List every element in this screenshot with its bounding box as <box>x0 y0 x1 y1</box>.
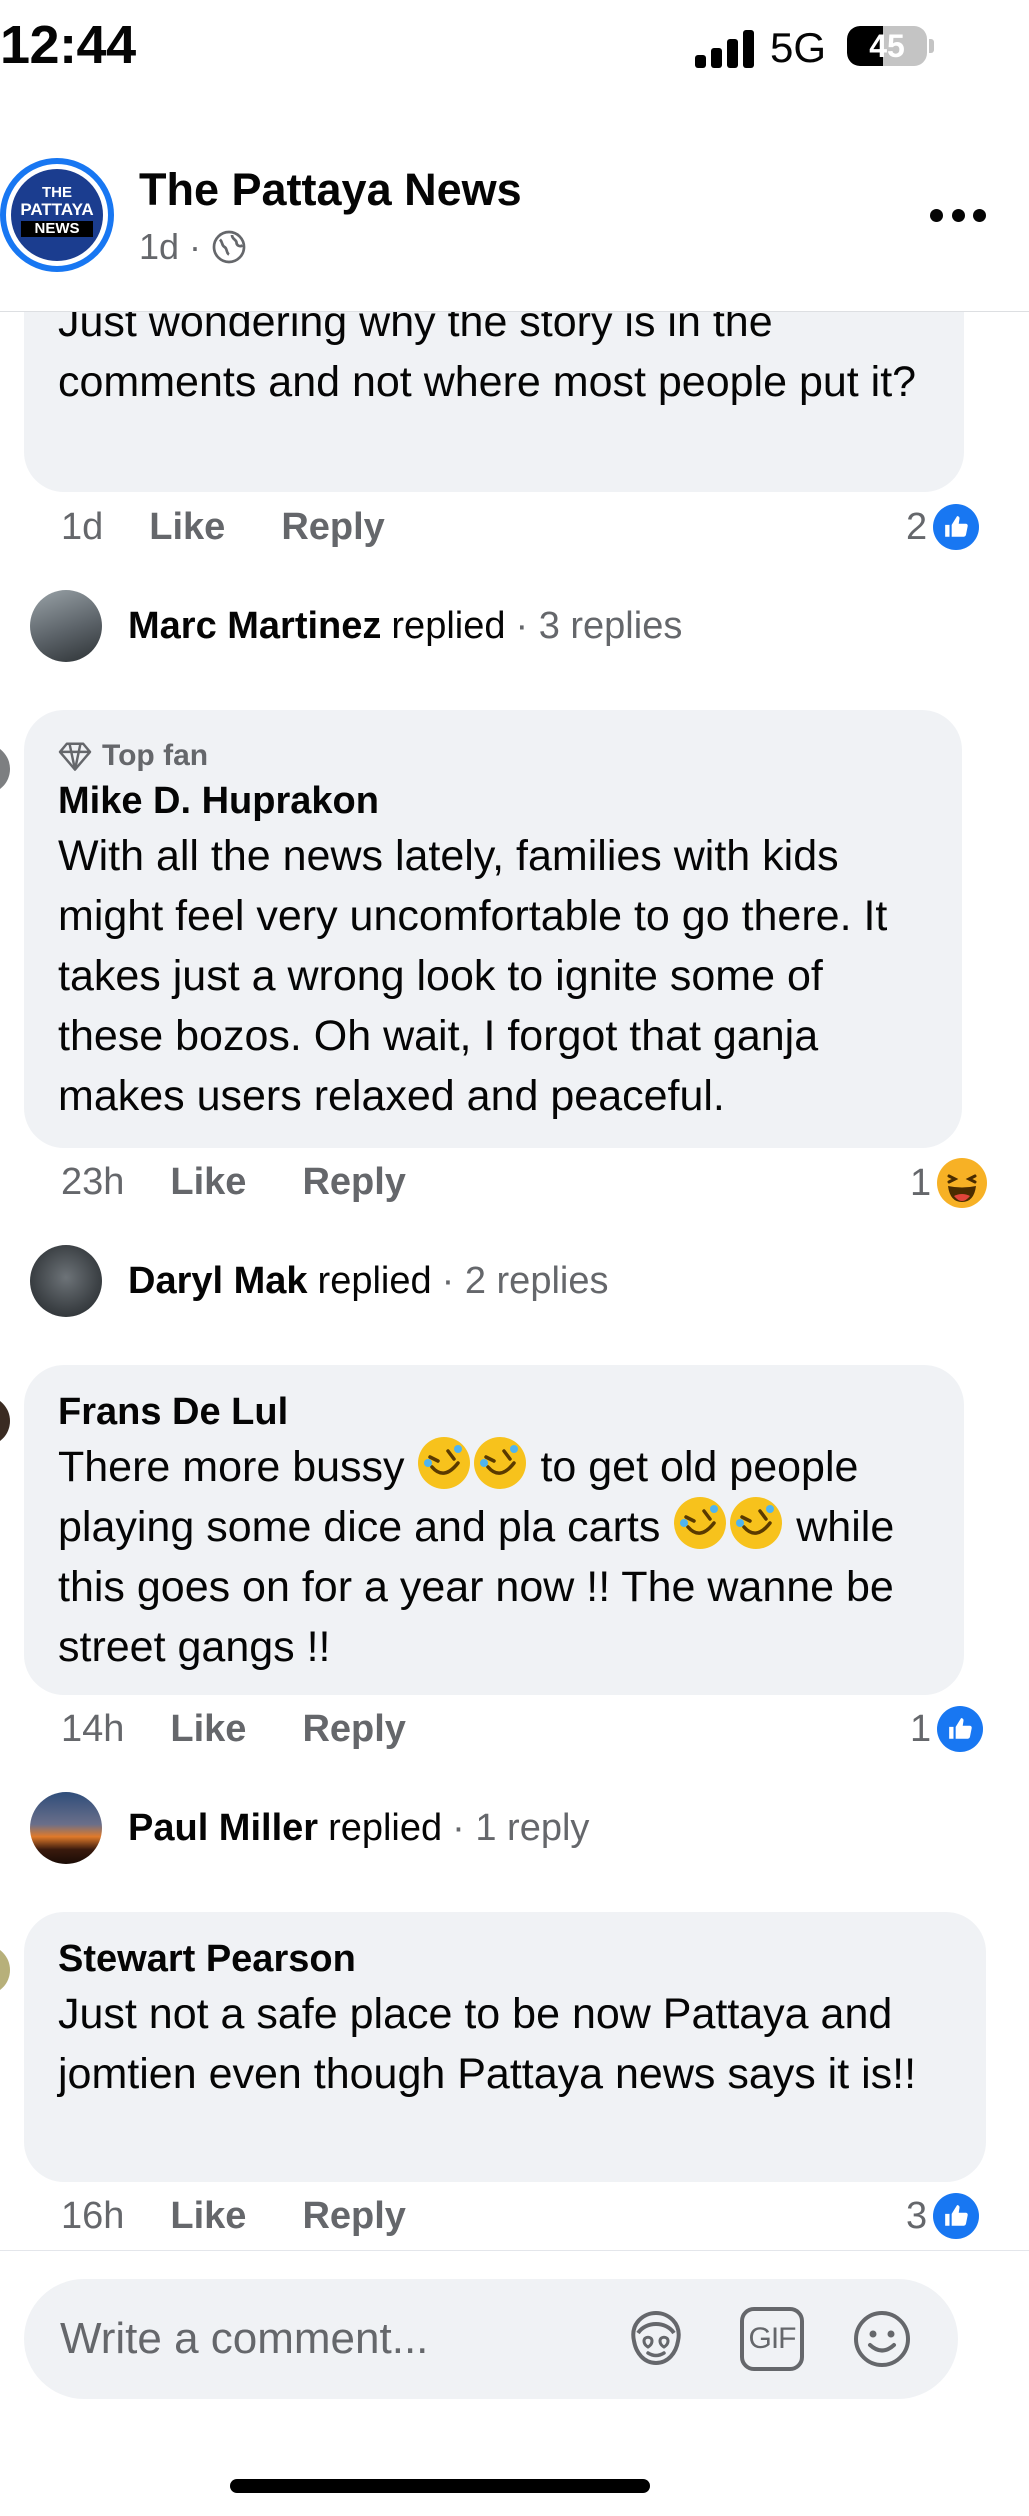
reply-button[interactable]: Reply <box>281 506 384 549</box>
reaction-count: 1 <box>910 1161 932 1204</box>
comment-author[interactable]: Mike D. Huprakon <box>58 776 928 826</box>
view-replies-row[interactable]: Daryl Mak replied · 2 replies <box>30 1245 608 1317</box>
replied-label: replied <box>391 604 506 647</box>
battery-percent: 45 <box>869 28 905 64</box>
gif-icon[interactable]: GIF <box>740 2307 804 2371</box>
post-meta: 1d · <box>139 226 247 268</box>
comment-text: With all the news lately, families with … <box>58 832 888 1120</box>
reply-count: · 3 replies <box>515 604 683 647</box>
page-avatar[interactable]: THE PATTAYA NEWS <box>0 158 114 272</box>
comment-time[interactable]: 1d <box>61 506 103 549</box>
comment-time[interactable]: 23h <box>61 1161 124 1204</box>
comment-text-part: There more bussy <box>58 1443 405 1491</box>
post-header: THE PATTAYA NEWS The Pattaya News 1d · <box>0 140 1029 312</box>
comment-author[interactable]: Stewart Pearson <box>58 1934 952 1984</box>
comment-time[interactable]: 16h <box>61 2195 124 2238</box>
avatar <box>30 1245 102 1317</box>
avatar-sticker-icon[interactable] <box>624 2307 688 2371</box>
reply-author: Daryl Mak <box>128 1259 308 1302</box>
rofl-emoji-icon <box>474 1437 527 1489</box>
post-age[interactable]: 1d <box>139 226 179 268</box>
avatar <box>30 1792 102 1864</box>
avatar[interactable] <box>0 1396 10 1446</box>
view-replies-row[interactable]: Paul Miller replied · 1 reply <box>30 1792 589 1864</box>
reaction-count: 2 <box>906 505 928 548</box>
top-fan-label: Top fan <box>102 739 209 772</box>
reaction-summary[interactable]: 3 <box>906 2193 980 2239</box>
reaction-summary[interactable]: 1 <box>910 1706 984 1752</box>
battery-icon: 45 <box>847 26 927 66</box>
reply-author: Paul Miller <box>128 1806 319 1849</box>
reply-count: · 2 replies <box>441 1259 609 1302</box>
comment-author[interactable]: Frans De Lul <box>58 1387 930 1437</box>
page-logo: THE PATTAYA NEWS <box>11 169 103 261</box>
page-name[interactable]: The Pattaya News <box>139 164 522 216</box>
comment-composer[interactable]: GIF <box>24 2279 958 2399</box>
like-icon <box>933 504 980 550</box>
home-indicator[interactable] <box>230 2479 650 2493</box>
comment-actions: 16h Like Reply <box>61 2195 462 2238</box>
comment-composer-bar: GIF <box>0 2250 1029 2516</box>
reply-button[interactable]: Reply <box>302 1708 405 1751</box>
comment-actions: 14h Like Reply <box>61 1708 462 1751</box>
comment-actions: 23h Like Reply <box>61 1161 462 1204</box>
comment-bubble[interactable]: Frans De Lul There more bussy to get old… <box>24 1365 964 1695</box>
like-icon <box>937 1706 984 1752</box>
gif-label: GIF <box>748 2322 797 2355</box>
reply-author: Marc Martinez <box>128 604 382 647</box>
avatar[interactable] <box>0 744 10 794</box>
avatar <box>30 590 102 662</box>
meta-separator: · <box>189 226 202 267</box>
logo-word-news: NEWS <box>21 221 93 237</box>
reaction-count: 1 <box>910 1707 932 1750</box>
view-replies-row[interactable]: Marc Martinez replied · 3 replies <box>30 590 682 662</box>
comment-input[interactable] <box>60 2309 620 2369</box>
haha-icon <box>937 1158 988 1208</box>
rofl-emoji-icon <box>674 1497 727 1549</box>
reply-button[interactable]: Reply <box>302 1161 405 1204</box>
emoji-icon[interactable] <box>850 2307 914 2371</box>
like-button[interactable]: Like <box>170 2195 246 2238</box>
like-button[interactable]: Like <box>149 506 225 549</box>
cellular-signal-icon <box>695 28 755 68</box>
avatar[interactable] <box>0 1945 10 1995</box>
comment-time[interactable]: 14h <box>61 1708 124 1751</box>
logo-word-the: THE <box>42 184 72 201</box>
globe-icon <box>212 230 246 264</box>
more-options-icon[interactable] <box>930 200 986 230</box>
comment-bubble[interactable]: Stewart Pearson Just not a safe place to… <box>24 1912 986 2182</box>
battery-tip <box>929 39 934 53</box>
rofl-emoji-icon <box>730 1497 783 1549</box>
status-bar: 12:44 5G 45 <box>0 0 1029 100</box>
reaction-count: 3 <box>906 2194 928 2237</box>
replied-label: replied <box>317 1259 432 1302</box>
comment-text: Just not a safe place to be now Pattaya … <box>58 1990 917 2098</box>
comment-bubble[interactable]: Top fan Mike D. Huprakon With all the ne… <box>24 710 962 1148</box>
top-fan-badge: Top fan <box>58 736 928 776</box>
diamond-icon <box>58 742 92 771</box>
like-icon <box>933 2193 980 2239</box>
comment-actions: 1d Like Reply <box>61 506 441 549</box>
logo-word-pattaya: PATTAYA <box>20 200 94 219</box>
reply-count: · 1 reply <box>452 1806 590 1849</box>
comment-text: There more bussy to get old people playi… <box>58 1437 930 1677</box>
reaction-summary[interactable]: 1 <box>910 1158 988 1208</box>
replied-label: replied <box>328 1806 443 1849</box>
network-type: 5G <box>770 24 827 71</box>
reaction-summary[interactable]: 2 <box>906 504 980 550</box>
like-button[interactable]: Like <box>170 1708 246 1751</box>
like-button[interactable]: Like <box>170 1161 246 1204</box>
status-time: 12:44 <box>0 15 136 75</box>
rofl-emoji-icon <box>418 1437 471 1489</box>
reply-button[interactable]: Reply <box>302 2195 405 2238</box>
